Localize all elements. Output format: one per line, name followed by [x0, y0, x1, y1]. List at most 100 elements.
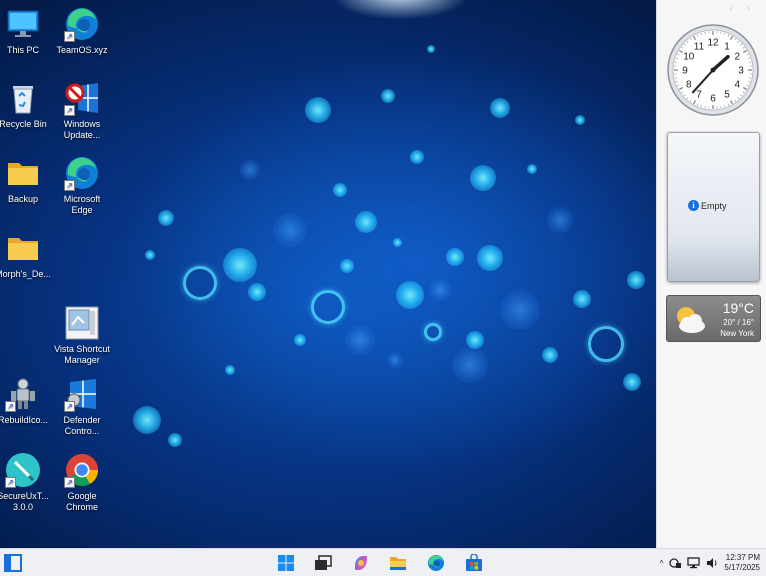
monitor-icon: [5, 6, 41, 42]
bokeh-light: [273, 213, 307, 247]
bokeh-light: [470, 165, 496, 191]
bokeh-light: [381, 89, 395, 103]
bokeh-light: [477, 245, 503, 271]
bokeh-light: [500, 290, 540, 330]
copilot-button[interactable]: [352, 554, 370, 572]
chevron-up-icon[interactable]: ^: [660, 559, 664, 568]
desktop-icon-google-chrome[interactable]: ↗ Google Chrome: [52, 452, 112, 513]
bokeh-light: [527, 164, 537, 174]
bokeh-light: [158, 210, 174, 226]
weather-range: 20° / 16°: [723, 318, 754, 327]
start-button[interactable]: [277, 554, 295, 572]
desktop-icon-vista-shortcut-manager[interactable]: Vista Shortcut Manager: [52, 305, 112, 366]
bokeh-light: [225, 365, 235, 375]
gadget-sidebar: ‹ › 12 1 2 3 4 5 6 7 8 9 10 11 i Empty 19°C 20° / 1…: [656, 0, 766, 548]
weather-gadget[interactable]: 19°C 20° / 16° New York: [666, 295, 761, 342]
sidebar-nav-arrows[interactable]: ‹ ›: [730, 3, 757, 13]
bokeh-light: [575, 115, 585, 125]
windows-logo-icon: [278, 555, 294, 571]
desktop-icon-backup[interactable]: Backup: [0, 155, 53, 205]
desktop-wallpaper[interactable]: This PC Recycle Bin Backup Morph's_De...…: [0, 0, 656, 548]
network-icon[interactable]: [687, 557, 701, 569]
bokeh-light: [547, 207, 573, 233]
bokeh-light: [623, 373, 641, 391]
taskbar: ^ 12:37 PM 5/17/2025: [0, 548, 766, 576]
clock-numeral: 4: [734, 80, 740, 91]
time-text: 12:37 PM: [725, 553, 760, 562]
bokeh-light: [387, 352, 403, 368]
desktop-icon-recycle-bin[interactable]: Recycle Bin: [0, 80, 53, 130]
clock-numeral: 11: [694, 41, 705, 52]
edge-icon: ↗: [64, 155, 100, 191]
edge-icon: ↗: [64, 6, 100, 42]
clock-numeral: 12: [707, 38, 719, 49]
bokeh-light: [446, 248, 464, 266]
bokeh-light: [627, 271, 645, 289]
desktop-icon-windows-update[interactable]: ↗ Windows Update...: [52, 80, 112, 141]
bokeh-light: [168, 433, 182, 447]
bokeh-light: [396, 281, 424, 309]
task-view-button[interactable]: [314, 554, 332, 572]
store-icon: [466, 553, 482, 571]
bokeh-light: [305, 97, 331, 123]
bokeh-light: [355, 211, 377, 233]
bokeh-light: [311, 290, 345, 324]
bokeh-light: [133, 406, 161, 434]
show-desktop-button[interactable]: [4, 554, 22, 572]
clock-numeral: 10: [683, 52, 695, 63]
bokeh-light: [345, 325, 375, 355]
clock-numeral: 9: [682, 66, 688, 77]
desktop-icon-morphs-de[interactable]: Morph's_De...: [0, 230, 53, 280]
edge-taskbar-button[interactable]: [427, 554, 445, 572]
edge-icon: [428, 555, 444, 571]
bokeh-light: [427, 45, 435, 53]
store-button[interactable]: [465, 553, 483, 572]
shortcut-arrow-icon: ↗: [5, 401, 16, 412]
bokeh-light: [248, 283, 266, 301]
shortcut-manager-icon: [64, 305, 100, 341]
bokeh-light: [429, 279, 451, 301]
folder-icon: [5, 155, 41, 191]
folder-icon: [5, 230, 41, 266]
clock-numeral: 5: [724, 90, 730, 101]
clock-numeral: 7: [696, 90, 702, 101]
bokeh-light: [410, 150, 424, 164]
bokeh-light: [392, 237, 402, 247]
desktop-icon-teamos[interactable]: ↗ TeamOS.xyz: [52, 6, 112, 56]
desktop-icon-rebuildico[interactable]: ↗ RebuildIco...: [0, 376, 53, 426]
shortcut-arrow-icon: ↗: [5, 477, 16, 488]
volume-icon[interactable]: [706, 557, 718, 569]
bokeh-light: [542, 347, 558, 363]
robot-icon: ↗: [5, 376, 41, 412]
clock-gadget[interactable]: 12 1 2 3 4 5 6 7 8 9 10 11: [666, 23, 760, 117]
clock-numeral: 3: [738, 66, 744, 77]
weather-temperature: 19°C: [722, 300, 754, 316]
notes-gadget[interactable]: i Empty: [667, 132, 760, 282]
chrome-icon: ↗: [64, 452, 100, 488]
windows-update-icon: ↗: [64, 80, 100, 116]
bokeh-light: [333, 183, 347, 197]
bokeh-light: [588, 326, 624, 362]
desktop-icon-microsoft-edge[interactable]: ↗ Microsoft Edge: [52, 155, 112, 216]
bokeh-light: [183, 266, 217, 300]
date-text: 5/17/2025: [724, 563, 760, 572]
shortcut-arrow-icon: ↗: [64, 180, 75, 191]
weather-city: New York: [720, 329, 754, 338]
desktop-icon-defender-control[interactable]: ↗ Defender Contro...: [52, 376, 112, 437]
defender-icon: ↗: [64, 376, 100, 412]
desktop-icon-this-pc[interactable]: This PC: [0, 6, 53, 56]
bokeh-light: [490, 98, 510, 118]
partly-cloudy-icon: [677, 307, 705, 333]
file-explorer-button[interactable]: [389, 554, 407, 572]
security-status-icon[interactable]: [669, 557, 682, 569]
recycle-bin-icon: [5, 80, 41, 116]
bokeh-light: [294, 334, 306, 346]
clock-numeral: 8: [686, 80, 692, 91]
clock-readout[interactable]: 12:37 PM 5/17/2025: [724, 553, 760, 573]
shortcut-arrow-icon: ↗: [64, 105, 75, 116]
bokeh-light: [145, 250, 155, 260]
bokeh-light: [424, 323, 442, 341]
bokeh-light: [223, 248, 257, 282]
desktop-icon-secureuxt[interactable]: ↗ SecureUxT... 3.0.0: [0, 452, 53, 513]
bokeh-light: [340, 259, 354, 273]
